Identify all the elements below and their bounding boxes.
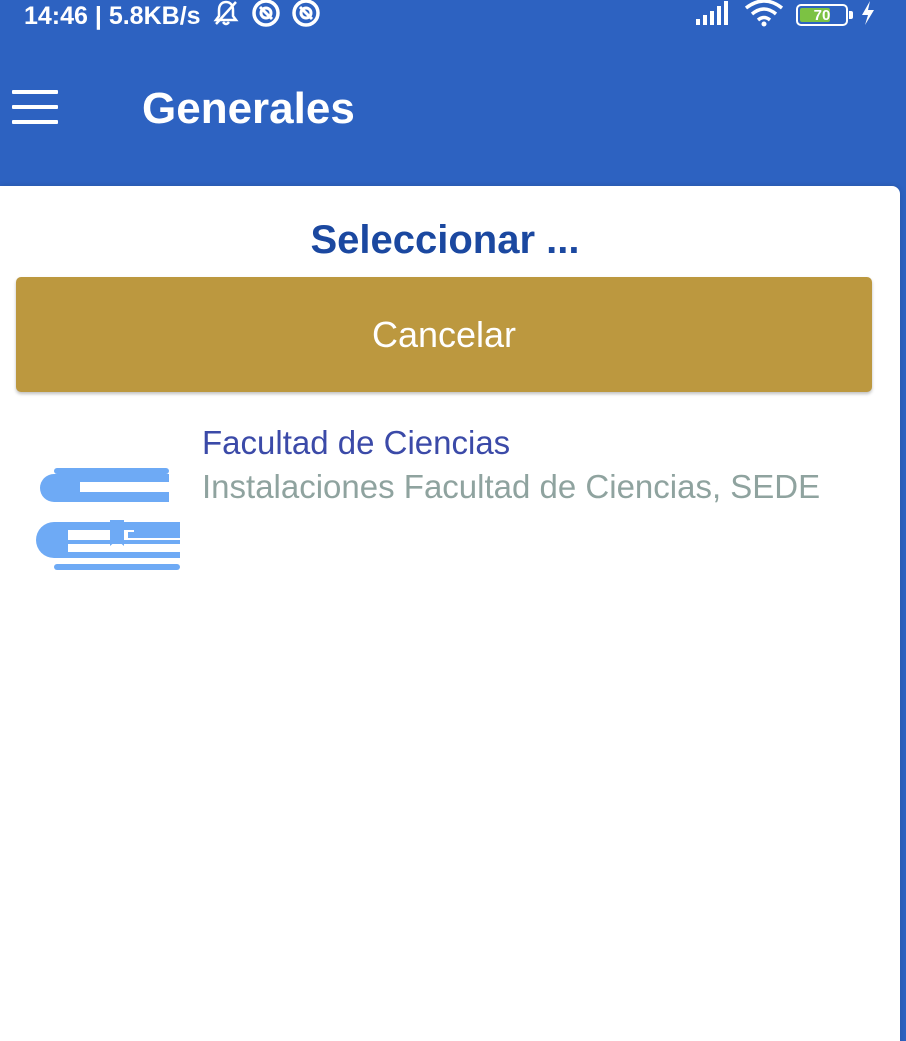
notifications-off-icon [211, 0, 241, 35]
select-dialog: Seleccionar ... Cancelar Facultad de Cie… [0, 186, 900, 1041]
status-left: 14:46 | 5.8KB/s [24, 0, 321, 35]
hamburger-menu-icon[interactable] [12, 90, 60, 126]
battery-level: 70 [813, 6, 831, 24]
status-time-speed: 14:46 | 5.8KB/s [24, 2, 201, 30]
vpn-icon [291, 0, 321, 35]
battery-icon: 70 [796, 4, 853, 26]
status-bar: 14:46 | 5.8KB/s 70 [0, 0, 906, 34]
menu-line [12, 105, 58, 109]
cancel-button[interactable]: Cancelar [16, 277, 872, 392]
books-icon [24, 460, 184, 580]
list-item[interactable]: Facultad de Ciencias Instalaciones Facul… [0, 410, 900, 590]
charging-icon [860, 0, 876, 30]
wifi-icon [744, 0, 784, 32]
dialog-title: Seleccionar ... [310, 218, 580, 262]
app-bar: Generales [0, 34, 906, 180]
menu-line [12, 120, 58, 124]
list-item-title: Facultad de Ciencias [202, 424, 511, 461]
app-screen: 14:46 | 5.8KB/s 70 Generales Seleccionar… [0, 0, 906, 1041]
battery-tip [849, 11, 853, 19]
status-right: 70 [684, 0, 876, 30]
list-item-subtitle: Instalaciones Facultad de Ciencias, SEDE [202, 468, 821, 505]
menu-line [12, 90, 58, 94]
vpn-icon [251, 0, 281, 35]
signal-icon [696, 0, 732, 30]
page-title: Generales [142, 84, 355, 133]
